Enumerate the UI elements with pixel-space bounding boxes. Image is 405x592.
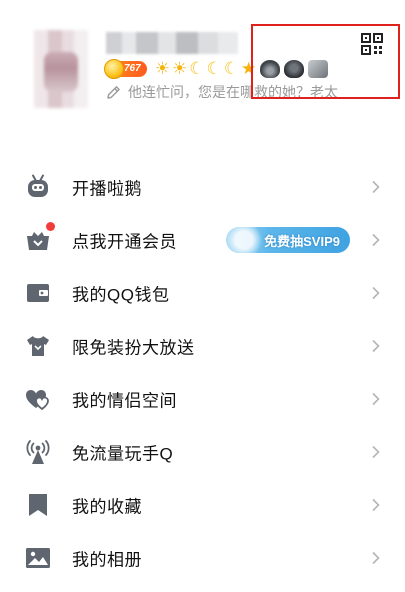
menu-item-free-data[interactable]: 免流量玩手Q	[0, 425, 405, 478]
qr-code-icon[interactable]	[361, 33, 383, 55]
menu-item-label: 我的情侣空间	[72, 391, 177, 410]
vip-level-badge: 767	[104, 59, 147, 79]
chevron-right-icon	[372, 551, 380, 564]
chevron-right-icon	[372, 392, 380, 405]
menu-item-album[interactable]: 我的相册	[0, 531, 405, 584]
menu-item-label: 点我开通会员	[72, 232, 177, 251]
signature-text: 他连忙问，您是在哪救的她？老太	[128, 84, 338, 100]
moon-level-icon: ☾	[189, 59, 205, 78]
wallet-icon	[27, 283, 49, 302]
pet-badge-icon	[308, 60, 329, 78]
chevron-right-icon	[372, 180, 380, 193]
menu-item-couple-space[interactable]: 我的情侣空间	[0, 372, 405, 425]
tshirt-icon	[27, 335, 49, 356]
svip-promo-button[interactable]: 免费抽SVIP9	[226, 227, 350, 253]
nickname-blurred[interactable]	[106, 32, 238, 54]
photo-icon	[26, 547, 50, 568]
sun-level-icon: ☀	[171, 59, 188, 78]
pet-badge-icon	[260, 60, 281, 78]
chevron-right-icon	[372, 286, 380, 299]
pencil-icon	[107, 86, 120, 99]
menu-item-label: 开播啦鹅	[72, 179, 142, 198]
hearts-icon	[26, 389, 49, 410]
side-menu: 开播啦鹅 点我开通会员 我的QQ钱包 限免装扮大放送 我的情侣空间 免流量玩手Q…	[0, 160, 405, 584]
menu-item-label: 我的收藏	[72, 497, 142, 516]
level-badges[interactable]: 767 ☀ ☀ ☾ ☾ ☾ ★	[104, 58, 329, 80]
moon-level-icon: ☾	[223, 59, 239, 78]
bookmark-icon	[29, 493, 47, 516]
profile-header: 767 ☀ ☀ ☾ ☾ ☾ ★ 他连忙问，您是在哪救的她？老太	[0, 0, 405, 130]
coin-icon	[104, 59, 124, 79]
chevron-right-icon	[372, 445, 380, 458]
menu-item-live[interactable]: 开播啦鹅	[0, 160, 405, 213]
chevron-right-icon	[372, 233, 380, 246]
vip-crown-basket-icon	[27, 231, 49, 250]
moon-level-icon: ☾	[206, 59, 222, 78]
menu-item-dressup[interactable]: 限免装扮大放送	[0, 319, 405, 372]
chevron-right-icon	[372, 339, 380, 352]
pet-badge-icon	[284, 60, 305, 78]
chevron-right-icon	[372, 498, 380, 511]
promo-label: 免费抽SVIP9	[264, 233, 340, 249]
notification-dot	[46, 222, 55, 231]
menu-item-label: 我的相册	[72, 550, 142, 569]
menu-item-label: 限免装扮大放送	[72, 338, 195, 357]
avatar[interactable]	[34, 30, 88, 108]
signal-tower-icon	[26, 439, 50, 464]
robot-tv-icon	[28, 174, 48, 197]
menu-item-favorites[interactable]: 我的收藏	[0, 478, 405, 531]
star-level-icon: ★	[240, 59, 257, 78]
menu-item-label: 免流量玩手Q	[72, 444, 174, 463]
sun-level-icon: ☀	[154, 59, 170, 78]
menu-item-label: 我的QQ钱包	[72, 285, 170, 304]
menu-item-wallet[interactable]: 我的QQ钱包	[0, 266, 405, 319]
signature[interactable]: 他连忙问，您是在哪救的她？老太	[106, 82, 366, 102]
